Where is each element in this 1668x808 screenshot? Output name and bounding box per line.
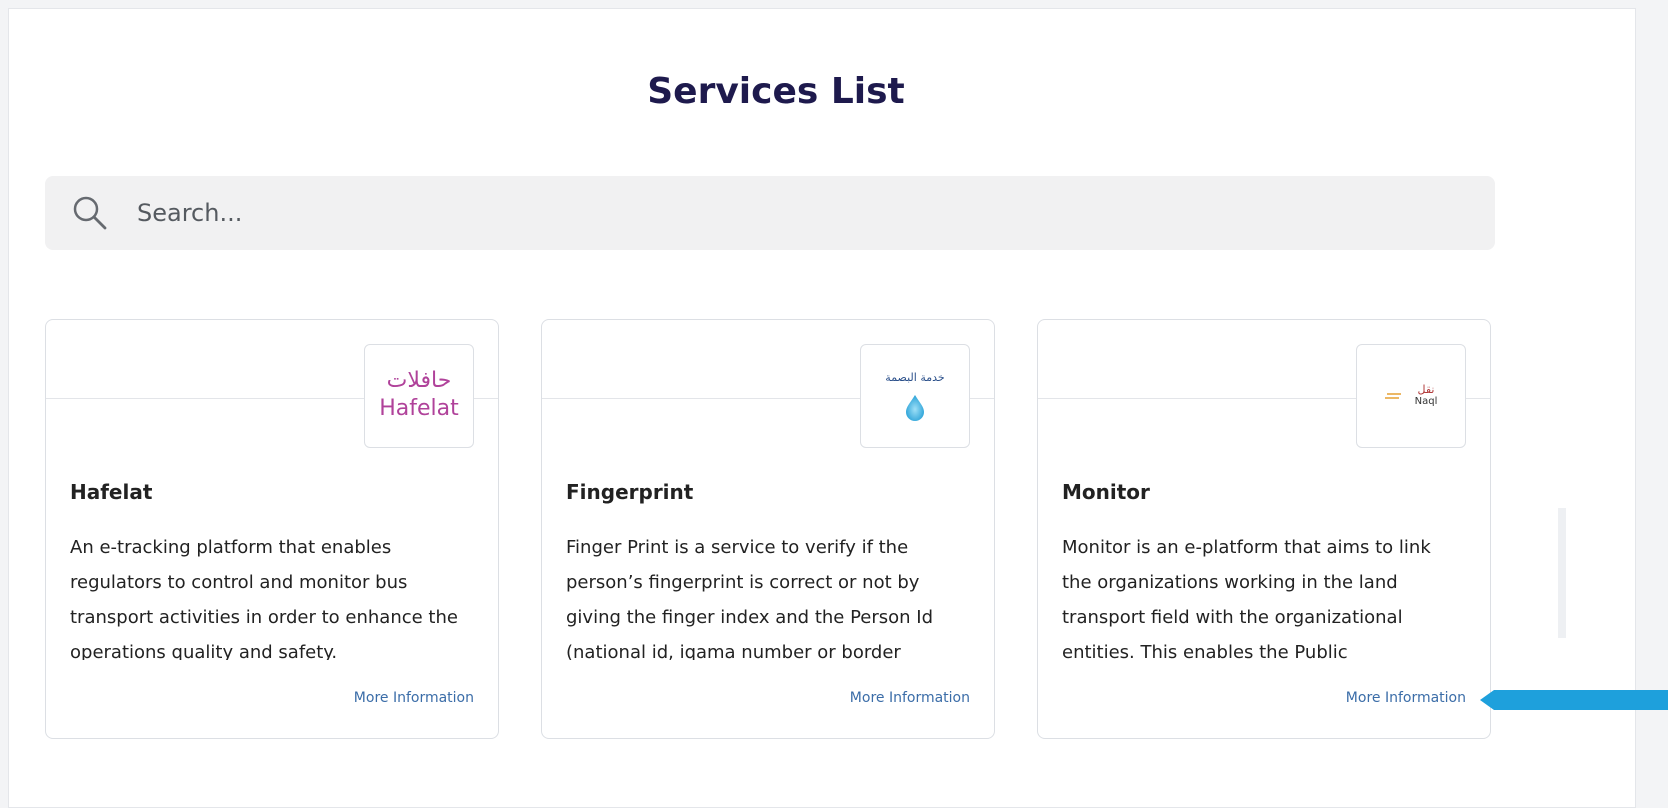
search-bar[interactable] [45,176,1495,250]
card-description: Finger Print is a service to verify if t… [566,537,934,660]
page-title: Services List [647,71,905,112]
service-card-hafelat[interactable]: حافلات Hafelat Hafelat An e-tracking pla… [45,319,499,739]
card-description: Monitor is an e-platform that aims to li… [1062,537,1431,660]
service-card-monitor[interactable]: نقل Naql Monitor Monitor is an e-platfor… [1037,319,1491,739]
naql-lines-icon [1384,393,1401,399]
fingerprint-logo-arabic: خدمة البصمة [885,371,945,384]
more-information-link[interactable]: More Information [1346,690,1466,706]
naql-logo: نقل Naql [1356,344,1466,448]
hafelat-logo-english: Hafelat [379,396,459,421]
card-title: Fingerprint [566,480,694,504]
hafelat-logo: حافلات Hafelat [364,344,474,448]
pointer-arrow-icon [1480,690,1668,710]
naql-logo-english: Naql [1414,396,1438,407]
search-icon[interactable] [71,194,109,232]
naql-logo-row: نقل Naql [1384,383,1438,408]
fingerprint-drop-icon [906,395,924,421]
service-card-fingerprint[interactable]: خدمة البصمة Fingerprint Finger Print is … [541,319,995,739]
naql-logo-arabic: نقل [1417,383,1435,396]
card-title: Hafelat [70,480,153,504]
search-input[interactable] [137,192,1437,234]
more-information-link[interactable]: More Information [850,690,970,706]
card-title: Monitor [1062,480,1150,504]
scrollbar-track[interactable] [1558,508,1566,638]
fingerprint-logo: خدمة البصمة [860,344,970,448]
hafelat-logo-arabic: حافلات [386,368,452,393]
services-panel: Services List حافلات Hafelat Hafelat An … [8,8,1636,808]
more-information-link[interactable]: More Information [354,690,474,706]
card-description: An e-tracking platform that enables regu… [70,537,458,660]
